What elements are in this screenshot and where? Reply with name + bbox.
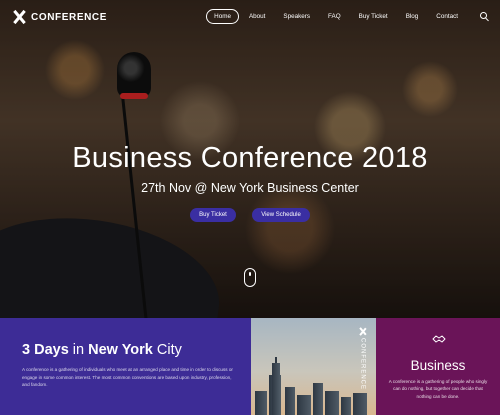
hero-subtitle: 27th Nov @ New York Business Center: [141, 181, 359, 195]
buy-ticket-button[interactable]: Buy Ticket: [190, 208, 236, 222]
handshake-icon: [432, 335, 446, 343]
nav-item-about[interactable]: About: [241, 9, 273, 24]
brand-logo[interactable]: CONFERENCE: [12, 10, 107, 24]
building: [353, 393, 367, 415]
info-heading-city: New York: [88, 342, 153, 358]
logo-icon: [12, 10, 26, 24]
search-handle: [485, 17, 489, 22]
business-title: Business: [410, 358, 466, 373]
tower: [272, 363, 280, 415]
building: [325, 391, 339, 415]
info-text: A conference is a gathering of individua…: [22, 367, 233, 388]
building: [341, 397, 351, 415]
business-text: A conference is a gathering of people wh…: [388, 379, 488, 399]
info-panel: 3 Days in New York City A conference is …: [0, 318, 251, 415]
building: [313, 383, 323, 415]
info-heading-suffix: City: [152, 342, 182, 358]
nav-item-speakers[interactable]: Speakers: [275, 9, 318, 24]
microphone-ring: [120, 93, 148, 99]
city-label-text: CONFERENCE: [359, 338, 366, 391]
city-skyline-image: CONFERENCE: [251, 318, 376, 415]
building: [297, 395, 311, 415]
nav-item-blog[interactable]: Blog: [398, 9, 427, 24]
feature-strip: 3 Days in New York City A conference is …: [0, 318, 500, 415]
microphone-icon: [117, 52, 151, 98]
nav-item-buy-ticket[interactable]: Buy Ticket: [351, 9, 396, 24]
nav-item-contact[interactable]: Contact: [428, 9, 466, 24]
info-heading: 3 Days in New York City: [22, 342, 182, 358]
business-panel: Business A conference is a gathering of …: [376, 318, 500, 415]
info-heading-days: 3 Days: [22, 342, 69, 358]
brand-name: CONFERENCE: [31, 11, 108, 23]
nav-item-faq[interactable]: FAQ: [320, 9, 349, 24]
mouse-scroll-icon[interactable]: [244, 268, 256, 287]
nav-item-home[interactable]: Home: [206, 9, 239, 24]
info-heading-in: in: [68, 342, 89, 358]
main-menu: Home About Speakers FAQ Buy Ticket Blog …: [204, 9, 466, 24]
view-schedule-button[interactable]: View Schedule: [252, 208, 310, 222]
building: [285, 387, 295, 415]
hero-title: Business Conference 2018: [72, 142, 428, 174]
logo-icon: [359, 328, 366, 335]
city-label: CONFERENCE: [359, 328, 366, 390]
top-navbar: CONFERENCE Home About Speakers FAQ Buy T…: [0, 0, 500, 34]
search-icon[interactable]: [480, 12, 489, 22]
building: [255, 391, 267, 415]
